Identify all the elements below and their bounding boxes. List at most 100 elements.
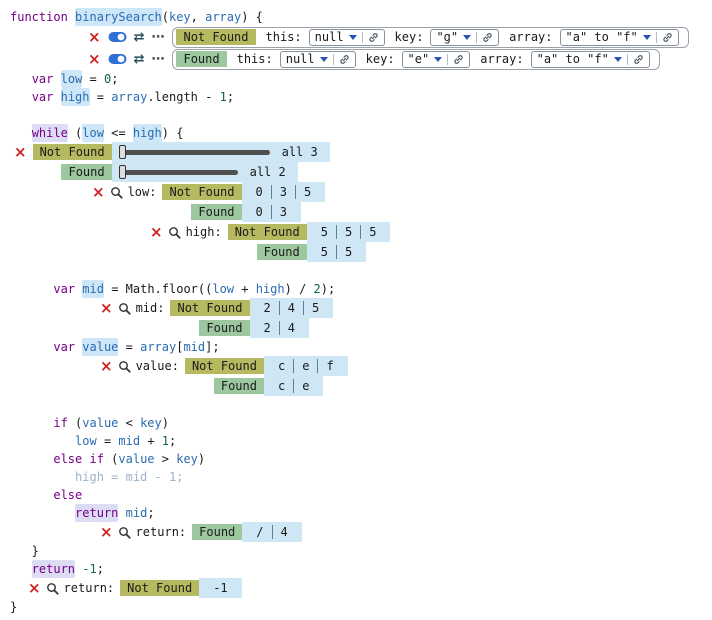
example-box: Foundthis:nullkey:"e"array:"a" to "f"	[172, 49, 659, 70]
code-token: ;	[169, 434, 176, 448]
example-name-badge[interactable]: Found	[176, 51, 226, 67]
toggle-icon[interactable]	[108, 53, 127, 65]
link-icon[interactable]	[476, 32, 493, 43]
close-icon[interactable]: ×	[28, 581, 41, 596]
code-token: while	[32, 124, 68, 142]
code-token: mid	[82, 280, 104, 298]
code-token: ;	[227, 90, 234, 104]
code-token: if	[90, 452, 104, 466]
code-token	[10, 562, 32, 576]
probe-value: e	[293, 359, 317, 373]
probe-widget: ×return:Found/4	[100, 522, 712, 542]
code-token	[82, 452, 89, 466]
code-token: <	[118, 416, 140, 430]
slider-thumb[interactable]	[119, 165, 126, 179]
example-name-badge: Not Found	[162, 184, 241, 200]
close-icon[interactable]: ×	[88, 30, 101, 45]
chevron-down-icon[interactable]	[463, 35, 471, 40]
dropdown-value: null	[286, 52, 315, 66]
probe-widget: ×low:Not Found035Found03	[92, 182, 712, 222]
magnifier-icon[interactable]	[118, 360, 131, 373]
probe-widget: ×mid:Not Found245Found24	[100, 298, 712, 338]
param-value-dropdown[interactable]: "e"	[402, 51, 471, 68]
slider-thumb[interactable]	[119, 145, 126, 159]
link-icon[interactable]	[627, 54, 644, 65]
magnifier-icon[interactable]	[118, 302, 131, 315]
probe-values: -1	[199, 578, 241, 598]
code-token: mid	[183, 340, 205, 354]
close-icon[interactable]: ×	[92, 185, 105, 200]
probe-label: high:	[186, 225, 222, 239]
swap-arrows-icon[interactable]: ⇄	[134, 30, 145, 45]
probe-value: -1	[205, 581, 235, 595]
chevron-down-icon[interactable]	[643, 35, 651, 40]
magnifier-icon[interactable]	[110, 186, 123, 199]
link-icon[interactable]	[447, 54, 464, 65]
code-line: var mid = Math.floor((low + high) / 2);	[10, 280, 712, 298]
magnifier-icon[interactable]	[168, 226, 181, 239]
ellipsis-menu-icon[interactable]: ⋯	[151, 30, 165, 45]
example-name-badge[interactable]: Not Found	[176, 29, 255, 45]
code-token: var	[32, 90, 54, 104]
link-icon[interactable]	[656, 32, 673, 43]
chevron-down-icon[interactable]	[320, 57, 328, 62]
probe-value: c	[270, 379, 293, 393]
magnifier-icon[interactable]	[118, 526, 131, 539]
code-line: }	[10, 542, 712, 560]
param-value-dropdown[interactable]: null	[309, 29, 385, 46]
close-icon[interactable]: ×	[100, 359, 113, 374]
chevron-down-icon[interactable]	[349, 35, 357, 40]
param-value-dropdown[interactable]: "g"	[430, 29, 499, 46]
code-token: return	[32, 560, 75, 578]
code-token: var	[53, 340, 75, 354]
probe-value: 5	[313, 225, 336, 239]
code-token: >	[155, 452, 177, 466]
ellipsis-menu-icon[interactable]: ⋯	[151, 52, 165, 67]
code-token	[10, 470, 75, 484]
magnifier-icon[interactable]	[46, 582, 59, 595]
code-token: .length -	[147, 90, 219, 104]
close-icon[interactable]: ×	[100, 301, 113, 316]
code-token: ;	[111, 72, 118, 86]
example-name-badge: Found	[61, 164, 111, 180]
example-name-badge: Found	[191, 204, 241, 220]
iteration-slider[interactable]	[120, 170, 238, 175]
code-token: <=	[104, 126, 133, 140]
example-name-badge: Not Found	[228, 224, 307, 240]
code-token: 2	[314, 282, 321, 296]
close-icon[interactable]: ×	[100, 525, 113, 540]
code-token: array	[111, 90, 147, 104]
close-icon[interactable]: ×	[14, 145, 27, 160]
probe-value: 3	[271, 185, 295, 199]
code-token: return	[75, 504, 118, 522]
code-token	[10, 416, 53, 430]
code-token: ) {	[241, 10, 263, 24]
example-name-badge: Found	[192, 524, 242, 540]
example-widget: × ⇄ ⋯ Not Foundthis:nullkey:"g"array:"a" to…	[88, 26, 712, 48]
blank-line	[10, 106, 712, 124]
probe-values: 245	[250, 298, 334, 318]
example-box: Not Foundthis:nullkey:"g"array:"a" to "f…	[172, 27, 688, 48]
code-token: =	[97, 434, 119, 448]
example-widget: ×⇄⋯Foundthis:nullkey:"e"array:"a" to "f"	[88, 48, 712, 70]
probe-lead: ×mid:	[100, 298, 164, 318]
iteration-slider[interactable]	[120, 150, 270, 155]
close-icon[interactable]: ×	[150, 225, 163, 240]
code-token: low	[82, 124, 104, 142]
code-token	[53, 90, 60, 104]
toggle-icon[interactable]	[108, 31, 127, 43]
chevron-down-icon[interactable]	[614, 57, 622, 62]
code-token: low	[75, 434, 97, 448]
code-token	[10, 488, 53, 502]
code-token: +	[140, 434, 162, 448]
swap-arrows-icon[interactable]: ⇄	[134, 52, 145, 67]
param-value-dropdown[interactable]: "a" to "f"	[560, 29, 679, 46]
close-icon[interactable]: ×	[88, 52, 101, 67]
code-line: var value = array[mid];	[10, 338, 712, 356]
param-value-dropdown[interactable]: null	[280, 51, 356, 68]
param-label: key:	[366, 52, 395, 66]
chevron-down-icon[interactable]	[434, 57, 442, 62]
link-icon[interactable]	[362, 32, 379, 43]
param-value-dropdown[interactable]: "a" to "f"	[531, 51, 650, 68]
link-icon[interactable]	[333, 54, 350, 65]
